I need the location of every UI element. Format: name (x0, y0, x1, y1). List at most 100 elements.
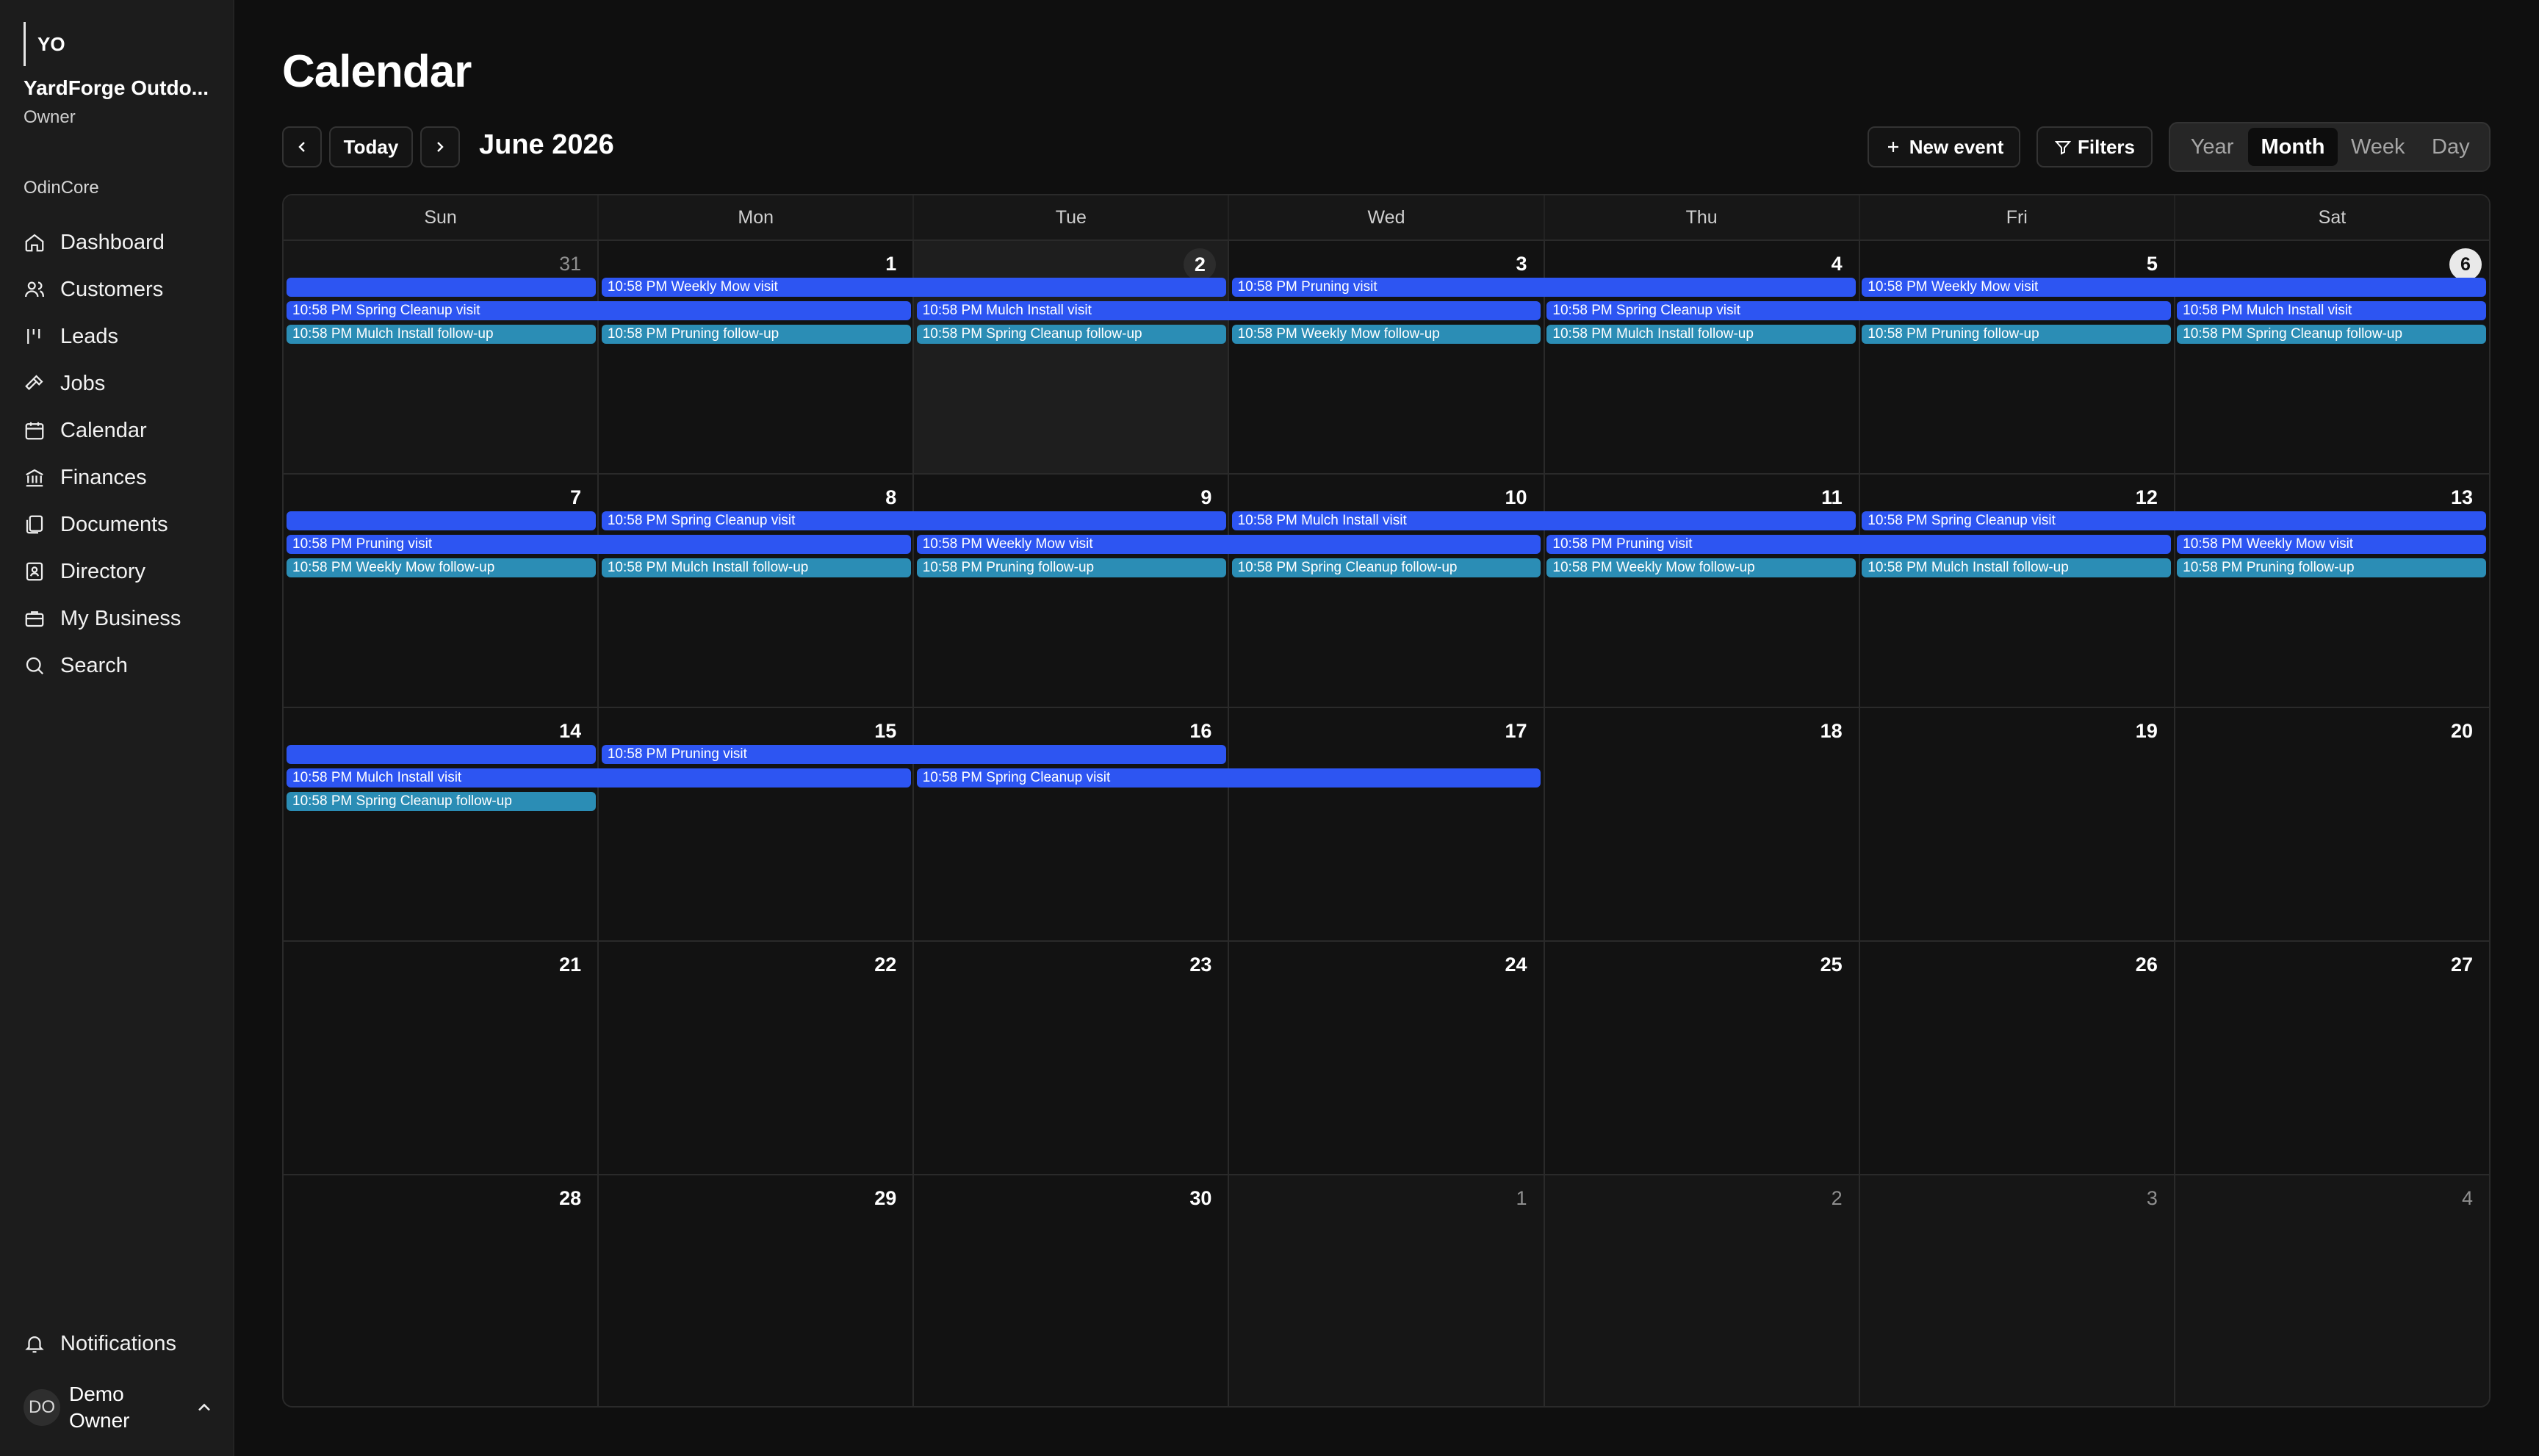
visit-event[interactable]: 10:58 PM Weekly Mow visit (916, 535, 1541, 554)
visit-event[interactable]: 10:58 PM Weekly Mow visit (1862, 278, 2486, 297)
calendar-day-cell[interactable]: 1 (1229, 1175, 1545, 1406)
view-week-tab[interactable]: Week (2338, 128, 2419, 166)
calendar-day-cell[interactable]: 20 (2175, 708, 2489, 940)
calendar-day-cell[interactable]: 30 (914, 1175, 1230, 1406)
calendar-toolbar: Today June 2026 New event Filters Year M… (282, 122, 2491, 172)
calendar-day-cell[interactable]: 27 (2175, 942, 2489, 1174)
calendar-day-cell[interactable]: 4 (1544, 241, 1860, 473)
sidebar-item-documents[interactable]: Documents (24, 501, 215, 548)
visit-event[interactable]: 10:58 PM Mulch Install visit (287, 768, 911, 788)
follow-up-event[interactable]: 10:58 PM Pruning follow-up (601, 325, 911, 344)
visit-event[interactable]: 10:58 PM Mulch Install visit (2177, 301, 2486, 320)
view-switcher: Year Month Week Day (2169, 122, 2491, 172)
follow-up-event[interactable]: 10:58 PM Mulch Install follow-up (1546, 325, 1856, 344)
calendar-day-cell[interactable]: 1 (599, 241, 915, 473)
sidebar-item-finances[interactable]: Finances (24, 454, 215, 501)
org-avatar[interactable]: YO (24, 22, 82, 66)
sidebar-item-leads[interactable]: Leads (24, 313, 215, 360)
visit-event[interactable]: 10:58 PM Spring Cleanup visit (287, 301, 911, 320)
calendar-day-cell[interactable]: 2 (1544, 1175, 1860, 1406)
visit-event[interactable]: 10:58 PM Pruning visit (287, 535, 911, 554)
prev-month-button[interactable] (282, 126, 322, 167)
sidebar-item-customers[interactable]: Customers (24, 266, 215, 313)
new-event-button[interactable]: New event (1868, 126, 2020, 167)
visit-event[interactable]: 10:58 PM Pruning visit (1546, 535, 2172, 554)
calendar-day-cell[interactable]: 15 (599, 708, 915, 940)
sidebar-item-calendar[interactable]: Calendar (24, 407, 215, 454)
calendar-day-cell[interactable]: 18 (1544, 708, 1860, 940)
sidebar-item-dashboard[interactable]: Dashboard (24, 219, 215, 266)
sidebar-item-search[interactable]: Search (24, 642, 215, 689)
day-number: 21 (559, 954, 582, 976)
user-name: Demo Owner (69, 1383, 130, 1432)
follow-up-event[interactable]: 10:58 PM Pruning follow-up (1862, 325, 2172, 344)
calendar-day-cell[interactable]: 11 (1544, 475, 1860, 707)
calendar-day-cell[interactable]: 9 (914, 475, 1230, 707)
calendar-day-cell[interactable]: 28 (284, 1175, 599, 1406)
follow-up-event[interactable]: 10:58 PM Spring Cleanup follow-up (1231, 558, 1541, 577)
visit-event[interactable]: 10:58 PM Spring Cleanup visit (1546, 301, 2172, 320)
visit-event[interactable]: 10:58 PM Pruning visit (601, 745, 1226, 764)
calendar-day-cell[interactable]: 12 (1859, 475, 2175, 707)
calendar-day-cell[interactable]: 14 (284, 708, 599, 940)
chevron-up-icon[interactable] (194, 1397, 215, 1418)
filters-button[interactable]: Filters (2036, 126, 2153, 167)
calendar-day-cell[interactable]: 31 (284, 241, 599, 473)
calendar-day-cell[interactable]: 23 (914, 942, 1230, 1174)
calendar-day-cell[interactable]: 4 (2175, 1175, 2489, 1406)
calendar-day-cell[interactable]: 3 (1859, 1175, 2175, 1406)
calendar-day-cell[interactable]: 19 (1859, 708, 2175, 940)
calendar-day-cell[interactable]: 26 (1859, 942, 2175, 1174)
sidebar-item-jobs[interactable]: Jobs (24, 360, 215, 407)
visit-event[interactable] (287, 511, 596, 530)
calendar-day-cell[interactable]: 24 (1229, 942, 1545, 1174)
sidebar-item-my-business[interactable]: My Business (24, 595, 215, 642)
today-button[interactable]: Today (329, 126, 413, 167)
calendar-day-cell[interactable]: 29 (599, 1175, 915, 1406)
follow-up-event[interactable]: 10:58 PM Spring Cleanup follow-up (2177, 325, 2486, 344)
sidebar-item-notifications[interactable]: Notifications (24, 1320, 215, 1367)
visit-event[interactable]: 10:58 PM Spring Cleanup visit (601, 511, 1226, 530)
calendar-day-cell[interactable]: 6 (2175, 241, 2489, 473)
calendar-day-cell[interactable]: 25 (1544, 942, 1860, 1174)
follow-up-event[interactable]: 10:58 PM Spring Cleanup follow-up (287, 792, 596, 811)
visit-event[interactable]: 10:58 PM Spring Cleanup visit (916, 768, 1541, 788)
day-number: 20 (2450, 720, 2473, 742)
view-month-tab[interactable]: Month (2248, 128, 2338, 166)
user-menu[interactable]: DO Demo Owner (24, 1378, 215, 1437)
calendar-day-cell[interactable]: 17 (1229, 708, 1545, 940)
calendar-day-cell[interactable]: 13 (2175, 475, 2489, 707)
calendar-day-cell[interactable]: 8 (599, 475, 915, 707)
follow-up-event[interactable]: 10:58 PM Mulch Install follow-up (601, 558, 911, 577)
visit-event[interactable]: 10:58 PM Mulch Install visit (916, 301, 1541, 320)
calendar-day-cell[interactable]: 3 (1229, 241, 1545, 473)
visit-event[interactable]: 10:58 PM Mulch Install visit (1231, 511, 1856, 530)
org-name[interactable]: YardForge Outdo... (24, 76, 216, 100)
visit-event[interactable]: 10:58 PM Weekly Mow visit (601, 278, 1226, 297)
follow-up-event[interactable]: 10:58 PM Spring Cleanup follow-up (916, 325, 1226, 344)
calendar-day-cell[interactable]: 5 (1859, 241, 2175, 473)
visit-event[interactable] (287, 278, 596, 297)
visit-event[interactable]: 10:58 PM Spring Cleanup visit (1862, 511, 2486, 530)
calendar-day-cell[interactable]: 7 (284, 475, 599, 707)
sidebar-item-directory[interactable]: Directory (24, 548, 215, 595)
day-number: 3 (1516, 253, 1527, 275)
follow-up-event[interactable]: 10:58 PM Weekly Mow follow-up (1546, 558, 1856, 577)
follow-up-event[interactable]: 10:58 PM Weekly Mow follow-up (287, 558, 596, 577)
follow-up-event[interactable]: 10:58 PM Pruning follow-up (916, 558, 1226, 577)
follow-up-event[interactable]: 10:58 PM Mulch Install follow-up (287, 325, 596, 344)
follow-up-event[interactable]: 10:58 PM Mulch Install follow-up (1862, 558, 2172, 577)
view-day-tab[interactable]: Day (2419, 128, 2483, 166)
calendar-day-cell[interactable]: 22 (599, 942, 915, 1174)
follow-up-event[interactable]: 10:58 PM Weekly Mow follow-up (1231, 325, 1541, 344)
calendar-day-cell[interactable]: 10 (1229, 475, 1545, 707)
visit-event[interactable]: 10:58 PM Weekly Mow visit (2177, 535, 2486, 554)
next-month-button[interactable] (420, 126, 460, 167)
calendar-day-cell[interactable]: 2 (914, 241, 1230, 473)
visit-event[interactable]: 10:58 PM Pruning visit (1231, 278, 1856, 297)
visit-event[interactable] (287, 745, 596, 764)
calendar-day-cell[interactable]: 16 (914, 708, 1230, 940)
follow-up-event[interactable]: 10:58 PM Pruning follow-up (2177, 558, 2486, 577)
view-year-tab[interactable]: Year (2176, 128, 2248, 166)
calendar-day-cell[interactable]: 21 (284, 942, 599, 1174)
